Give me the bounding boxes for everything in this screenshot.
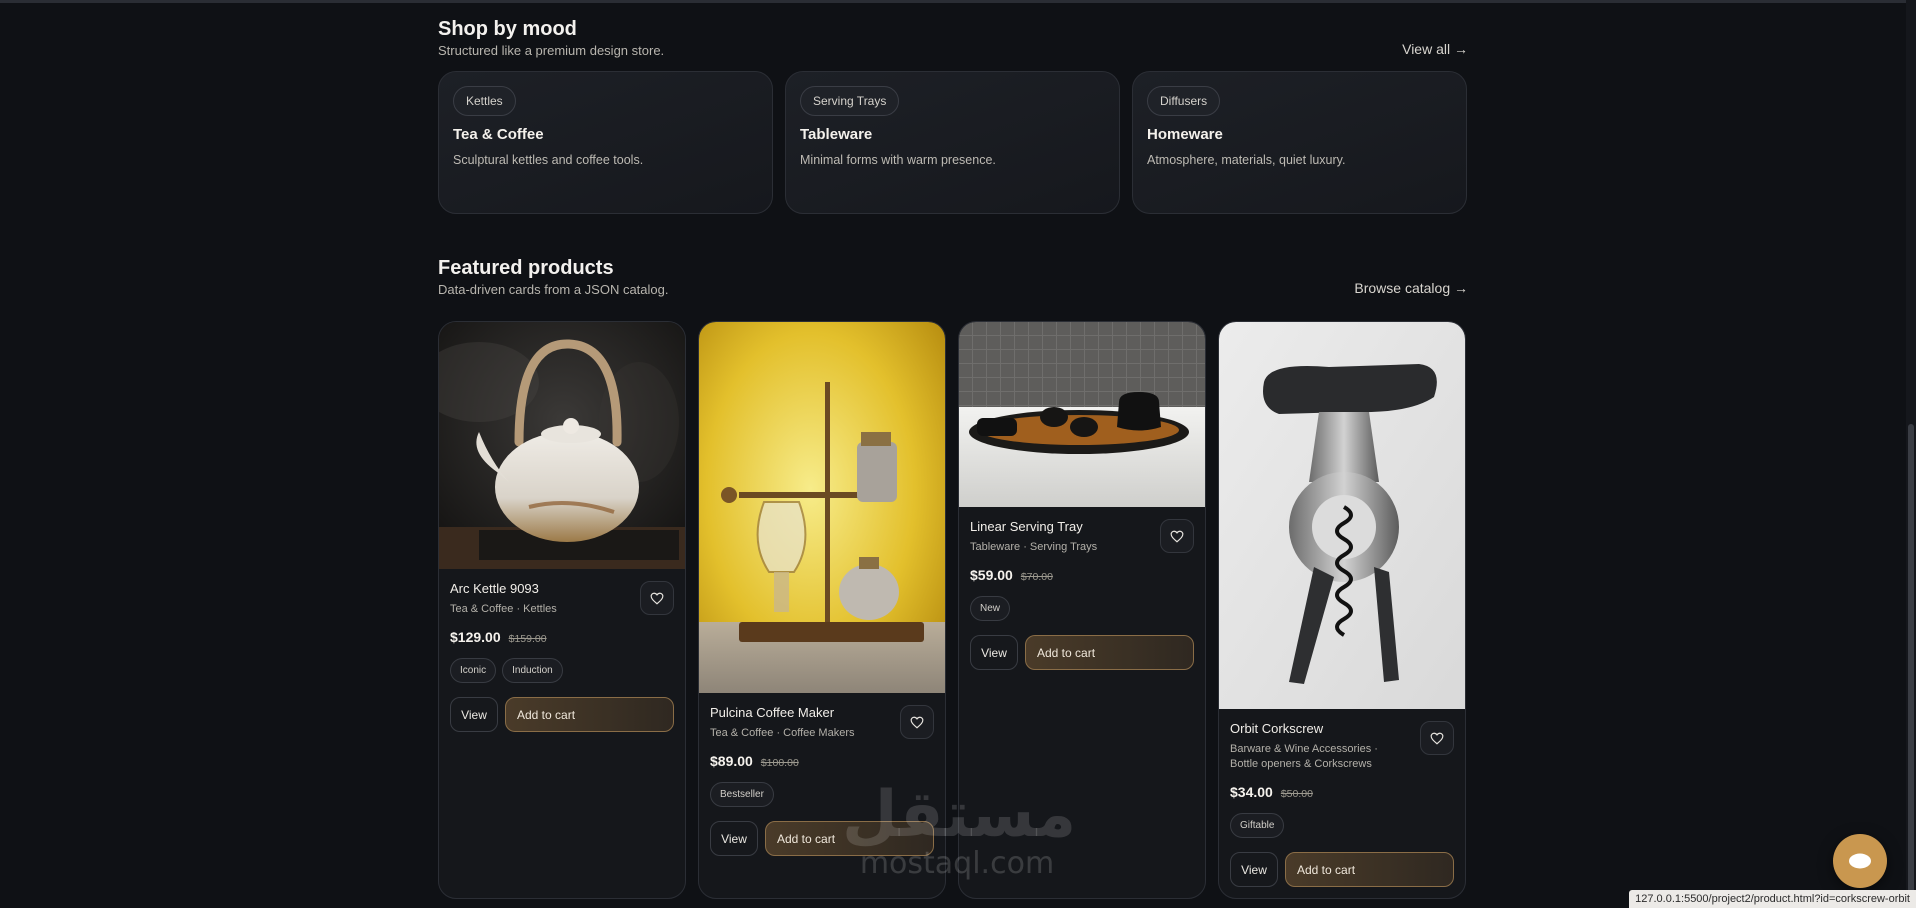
heart-icon (1430, 732, 1444, 745)
scrollbar-track[interactable] (1906, 0, 1916, 908)
price-row: $89.00 $100.00 (710, 753, 934, 769)
product-price: $129.00 (450, 629, 501, 645)
corkscrew-photo (1219, 322, 1465, 709)
product-image-teapot[interactable] (439, 322, 685, 569)
mood-name: Tableware (800, 126, 873, 143)
price-row: $59.00 $70.00 (970, 567, 1194, 583)
product-tag: Bestseller (710, 782, 774, 807)
product-info: Linear Serving Tray Tableware · Serving … (959, 507, 1205, 670)
favorite-button[interactable] (900, 705, 934, 739)
product-price: $59.00 (970, 567, 1013, 583)
product-old-price: $159.00 (508, 633, 547, 645)
status-bar-url: 127.0.0.1:5500/project2/product.html?id=… (1629, 890, 1916, 908)
product-actions: View Add to cart (1230, 852, 1454, 887)
serving-tray-photo (959, 322, 1205, 507)
product-old-price: $70.00 (1020, 571, 1053, 583)
favorite-button[interactable] (1420, 721, 1454, 755)
product-tag: Iconic (450, 658, 497, 683)
product-tag: Induction (502, 658, 563, 683)
featured-section-title: Featured products (438, 257, 614, 279)
add-to-cart-button[interactable]: Add to cart (505, 697, 674, 732)
product-info: Arc Kettle 9093 Tea & Coffee · Kettles $… (439, 569, 685, 732)
mood-tag: Diffusers (1147, 86, 1221, 116)
product-tags: Giftable (1230, 813, 1454, 838)
product-tag: Giftable (1230, 813, 1285, 838)
top-border (0, 0, 1916, 3)
product-info: Orbit Corkscrew Barware & Wine Accessori… (1219, 709, 1465, 887)
chat-bubble-icon (1849, 853, 1871, 869)
mood-tag: Kettles (453, 86, 516, 116)
product-image-tray[interactable] (959, 322, 1205, 507)
product-price: $89.00 (710, 753, 753, 769)
mood-name: Tea & Coffee (453, 126, 544, 143)
teapot-photo (439, 322, 685, 569)
heart-icon (650, 592, 664, 605)
product-tags: New (970, 596, 1194, 621)
heart-icon (1170, 530, 1184, 543)
product-info: Pulcina Coffee Maker Tea & Coffee · Coff… (699, 693, 945, 856)
mood-card-tableware[interactable]: Serving Trays Tableware Minimal forms wi… (785, 71, 1120, 214)
product-tags: Iconic Induction (450, 658, 674, 683)
product-actions: View Add to cart (710, 821, 934, 856)
view-button[interactable]: View (710, 821, 758, 856)
product-image-coffee-maker[interactable] (699, 322, 945, 693)
featured-section-subtitle: Data-driven cards from a JSON catalog. (438, 282, 669, 297)
product-card-arc-kettle: Arc Kettle 9093 Tea & Coffee · Kettles $… (438, 321, 686, 899)
browse-catalog-link[interactable]: Browse catalog → (1354, 280, 1468, 296)
view-button[interactable]: View (970, 635, 1018, 670)
price-row: $129.00 $159.00 (450, 629, 674, 645)
view-all-link[interactable]: View all → (1402, 41, 1468, 57)
product-price: $34.00 (1230, 784, 1273, 800)
product-actions: View Add to cart (970, 635, 1194, 670)
chat-button[interactable] (1833, 834, 1887, 888)
mood-tag: Serving Trays (800, 86, 900, 116)
product-old-price: $50.00 (1280, 788, 1313, 800)
scrollbar-thumb[interactable] (1908, 424, 1914, 904)
view-button[interactable]: View (1230, 852, 1278, 887)
favorite-button[interactable] (1160, 519, 1194, 553)
product-tag: New (970, 596, 1011, 621)
add-to-cart-button[interactable]: Add to cart (1285, 852, 1454, 887)
view-button[interactable]: View (450, 697, 498, 732)
mood-name: Homeware (1147, 126, 1223, 143)
mood-card-tea-coffee[interactable]: Kettles Tea & Coffee Sculptural kettles … (438, 71, 773, 214)
price-row: $34.00 $50.00 (1230, 784, 1454, 800)
add-to-cart-button[interactable]: Add to cart (765, 821, 934, 856)
favorite-button[interactable] (640, 581, 674, 615)
mood-desc: Minimal forms with warm presence. (800, 153, 996, 167)
product-image-corkscrew[interactable] (1219, 322, 1465, 709)
product-card-linear-tray: Linear Serving Tray Tableware · Serving … (958, 321, 1206, 899)
mood-desc: Atmosphere, materials, quiet luxury. (1147, 153, 1346, 167)
product-tags: Bestseller (710, 782, 934, 807)
coffee-maker-photo (699, 322, 945, 693)
product-card-orbit-corkscrew: Orbit Corkscrew Barware & Wine Accessori… (1218, 321, 1466, 899)
mood-section-subtitle: Structured like a premium design store. (438, 43, 665, 58)
add-to-cart-button[interactable]: Add to cart (1025, 635, 1194, 670)
product-old-price: $100.00 (760, 757, 799, 769)
mood-card-homeware[interactable]: Diffusers Homeware Atmosphere, materials… (1132, 71, 1467, 214)
product-card-pulcina: Pulcina Coffee Maker Tea & Coffee · Coff… (698, 321, 946, 899)
mood-desc: Sculptural kettles and coffee tools. (453, 153, 644, 167)
product-actions: View Add to cart (450, 697, 674, 732)
mood-section-title: Shop by mood (438, 18, 577, 40)
heart-icon (910, 716, 924, 729)
